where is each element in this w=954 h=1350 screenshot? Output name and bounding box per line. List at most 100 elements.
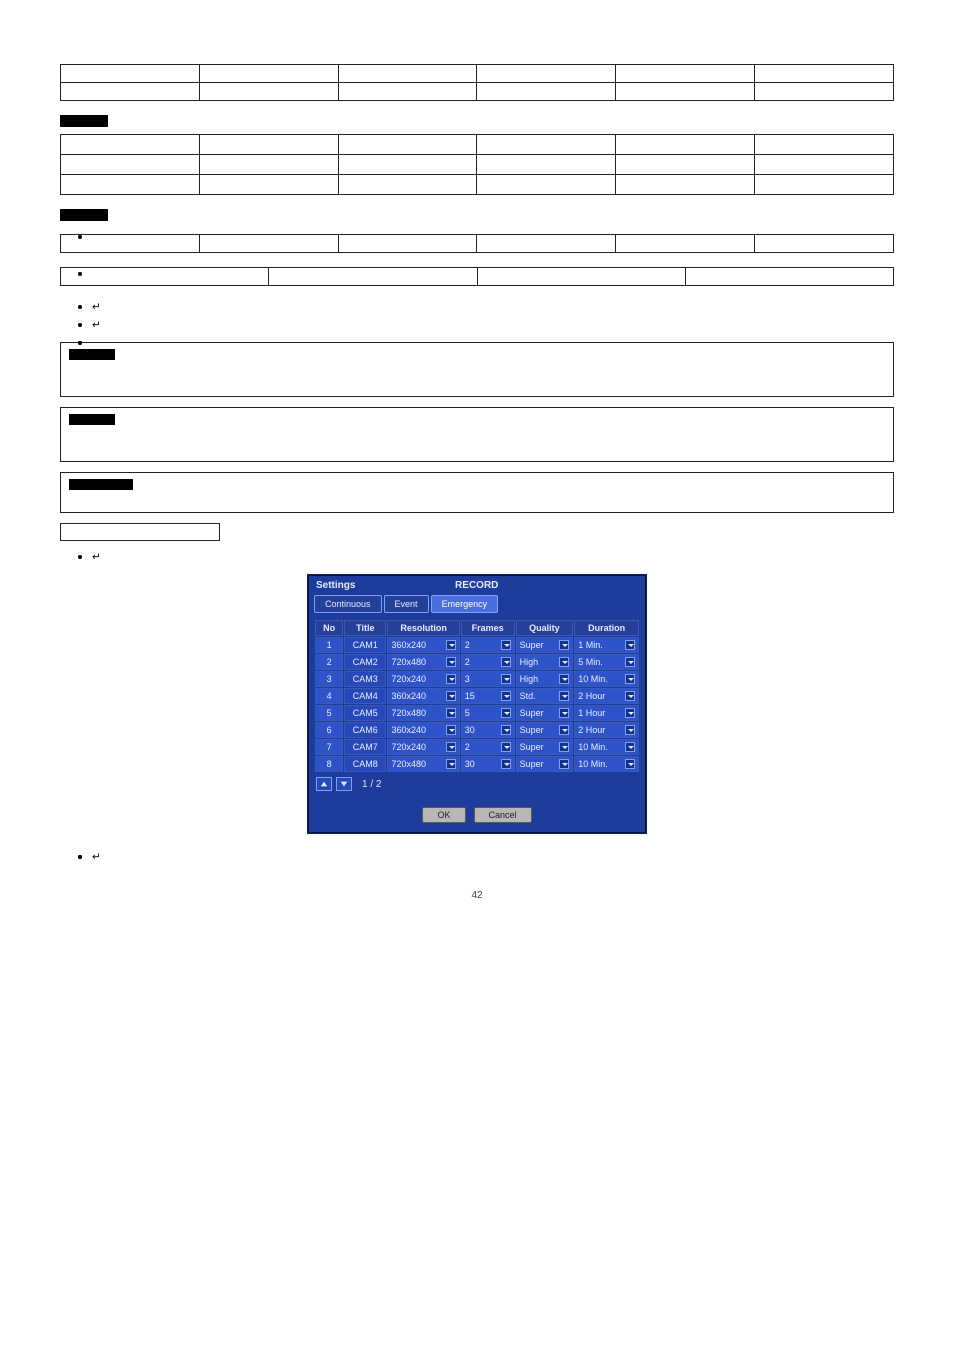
dvr-cell-frames: 2 bbox=[461, 637, 515, 653]
audio-bullet: ↵ bbox=[78, 318, 894, 332]
chevron-down-icon bbox=[446, 759, 456, 769]
ok-button[interactable]: OK bbox=[422, 807, 465, 823]
enter-icon: ↵ bbox=[92, 319, 101, 331]
chevron-down-icon bbox=[625, 691, 635, 701]
cancel-button[interactable]: Cancel bbox=[474, 807, 532, 823]
enter-icon: ↵ bbox=[92, 551, 101, 563]
dvr-cell-resolution: 720x240 bbox=[387, 739, 459, 755]
dvr-cell-duration-value: 1 Min. bbox=[578, 640, 622, 650]
section-audio-heading bbox=[60, 209, 108, 221]
dvr-cell-resolution-dropdown[interactable]: 360x240 bbox=[391, 691, 455, 701]
dvr-tab-emergency[interactable]: Emergency bbox=[431, 595, 499, 613]
dvr-cell-duration: 1 Hour bbox=[574, 705, 639, 721]
dvr-cell-frames: 2 bbox=[461, 654, 515, 670]
dvr-cell-duration-value: 5 Min. bbox=[578, 657, 622, 667]
chevron-down-icon bbox=[501, 657, 511, 667]
dvr-cell-resolution-dropdown[interactable]: 720x480 bbox=[391, 759, 455, 769]
dvr-row: 5CAM5720x4805Super1 Hour bbox=[315, 705, 639, 721]
dvr-cell-duration-dropdown[interactable]: 2 Hour bbox=[578, 691, 635, 701]
dvr-cell-resolution-dropdown[interactable]: 720x480 bbox=[391, 657, 455, 667]
dvr-cell-quality-dropdown[interactable]: Super bbox=[520, 742, 570, 752]
dvr-cell-resolution: 360x240 bbox=[387, 637, 459, 653]
dvr-cell-duration: 2 Hour bbox=[574, 688, 639, 704]
chevron-down-icon bbox=[501, 691, 511, 701]
dvr-cell-title: CAM5 bbox=[344, 705, 386, 721]
dvr-screenshot: Settings RECORD ContinuousEventEmergency… bbox=[60, 574, 894, 834]
dvr-cell-frames-dropdown[interactable]: 15 bbox=[465, 691, 511, 701]
audio-bullet: ↵ bbox=[78, 300, 894, 314]
dvr-cell-duration: 10 Min. bbox=[574, 671, 639, 687]
dvr-col-frames: Frames bbox=[461, 620, 515, 636]
dvr-cell-resolution-dropdown[interactable]: 360x240 bbox=[391, 640, 455, 650]
dvr-cell-resolution: 360x240 bbox=[387, 688, 459, 704]
dvr-cell-frames: 5 bbox=[461, 705, 515, 721]
dvr-cell-title: CAM1 bbox=[344, 637, 386, 653]
dvr-cell-frames-dropdown[interactable]: 30 bbox=[465, 759, 511, 769]
chevron-down-icon bbox=[625, 657, 635, 667]
table-quality bbox=[60, 134, 894, 195]
dvr-cell-quality-dropdown[interactable]: Super bbox=[520, 708, 570, 718]
pager-up-button[interactable] bbox=[316, 777, 332, 791]
dvr-cell-resolution-value: 720x240 bbox=[391, 742, 442, 752]
dvr-cell-frames-dropdown[interactable]: 2 bbox=[465, 640, 511, 650]
dvr-cell-quality-dropdown[interactable]: High bbox=[520, 674, 570, 684]
dvr-cell-frames-dropdown[interactable]: 3 bbox=[465, 674, 511, 684]
chevron-down-icon bbox=[559, 640, 569, 650]
dvr-cell-resolution-value: 360x240 bbox=[391, 691, 442, 701]
dvr-cell-duration-dropdown[interactable]: 10 Min. bbox=[578, 759, 635, 769]
dvr-cell-quality: Super bbox=[516, 739, 574, 755]
dvr-cell-duration-dropdown[interactable]: 2 Hour bbox=[578, 725, 635, 735]
chevron-down-icon bbox=[625, 725, 635, 735]
dvr-cell-resolution-dropdown[interactable]: 720x480 bbox=[391, 708, 455, 718]
dvr-cell-quality-dropdown[interactable]: High bbox=[520, 657, 570, 667]
note-2-label bbox=[69, 414, 115, 425]
dvr-cell-frames-value: 30 bbox=[465, 759, 498, 769]
dvr-cell-duration-value: 2 Hour bbox=[578, 691, 622, 701]
bottom-bullet-list: ↵ bbox=[78, 850, 894, 864]
dvr-cell-frames-value: 2 bbox=[465, 657, 498, 667]
dvr-cell-quality-dropdown[interactable]: Super bbox=[520, 725, 570, 735]
chevron-down-icon bbox=[501, 674, 511, 684]
dvr-cell-duration-dropdown[interactable]: 10 Min. bbox=[578, 742, 635, 752]
dvr-cell-resolution-dropdown[interactable]: 720x240 bbox=[391, 742, 455, 752]
dvr-cell-quality-value: Super bbox=[520, 759, 557, 769]
table-top bbox=[60, 64, 894, 101]
dvr-cell-quality-dropdown[interactable]: Super bbox=[520, 759, 570, 769]
emergency-button-label-box bbox=[60, 523, 220, 541]
chevron-down-icon bbox=[559, 708, 569, 718]
dvr-cell-duration-dropdown[interactable]: 1 Min. bbox=[578, 640, 635, 650]
dvr-cell-frames-dropdown[interactable]: 5 bbox=[465, 708, 511, 718]
dvr-cell-resolution: 720x240 bbox=[387, 671, 459, 687]
dvr-tab-continuous[interactable]: Continuous bbox=[314, 595, 382, 613]
dvr-cell-frames: 2 bbox=[461, 739, 515, 755]
dvr-tabs: ContinuousEventEmergency bbox=[308, 595, 646, 619]
dvr-cell-quality: High bbox=[516, 654, 574, 670]
dvr-cell-resolution-dropdown[interactable]: 720x240 bbox=[391, 674, 455, 684]
dvr-cell-frames-dropdown[interactable]: 2 bbox=[465, 657, 511, 667]
chevron-down-icon bbox=[501, 742, 511, 752]
dvr-cell-quality-dropdown[interactable]: Super bbox=[520, 640, 570, 650]
pager-down-button[interactable] bbox=[336, 777, 352, 791]
dvr-tab-event[interactable]: Event bbox=[384, 595, 429, 613]
bottom-bullet: ↵ bbox=[78, 850, 894, 864]
dvr-cell-quality-value: Super bbox=[520, 640, 557, 650]
dvr-title-right: RECORD bbox=[455, 580, 498, 591]
dvr-cell-frames-value: 3 bbox=[465, 674, 498, 684]
dvr-cell-duration-dropdown[interactable]: 10 Min. bbox=[578, 674, 635, 684]
dvr-cell-quality-value: High bbox=[520, 674, 557, 684]
dvr-cell-title: CAM4 bbox=[344, 688, 386, 704]
dvr-cell-quality-dropdown[interactable]: Std. bbox=[520, 691, 570, 701]
dvr-cell-quality: Super bbox=[516, 722, 574, 738]
emergency-bullet: ↵ bbox=[78, 550, 894, 564]
chevron-down-icon bbox=[446, 742, 456, 752]
dvr-cell-resolution-dropdown[interactable]: 360x240 bbox=[391, 725, 455, 735]
dvr-cell-duration-dropdown[interactable]: 5 Min. bbox=[578, 657, 635, 667]
dvr-cell-resolution-value: 720x480 bbox=[391, 759, 442, 769]
dvr-cell-frames-dropdown[interactable]: 30 bbox=[465, 725, 511, 735]
dvr-cell-duration-dropdown[interactable]: 1 Hour bbox=[578, 708, 635, 718]
dvr-cell-frames-dropdown[interactable]: 2 bbox=[465, 742, 511, 752]
dvr-cell-duration: 10 Min. bbox=[574, 756, 639, 772]
dvr-cell-title: CAM7 bbox=[344, 739, 386, 755]
dvr-cell-resolution: 720x480 bbox=[387, 654, 459, 670]
dvr-cell-quality: Super bbox=[516, 756, 574, 772]
